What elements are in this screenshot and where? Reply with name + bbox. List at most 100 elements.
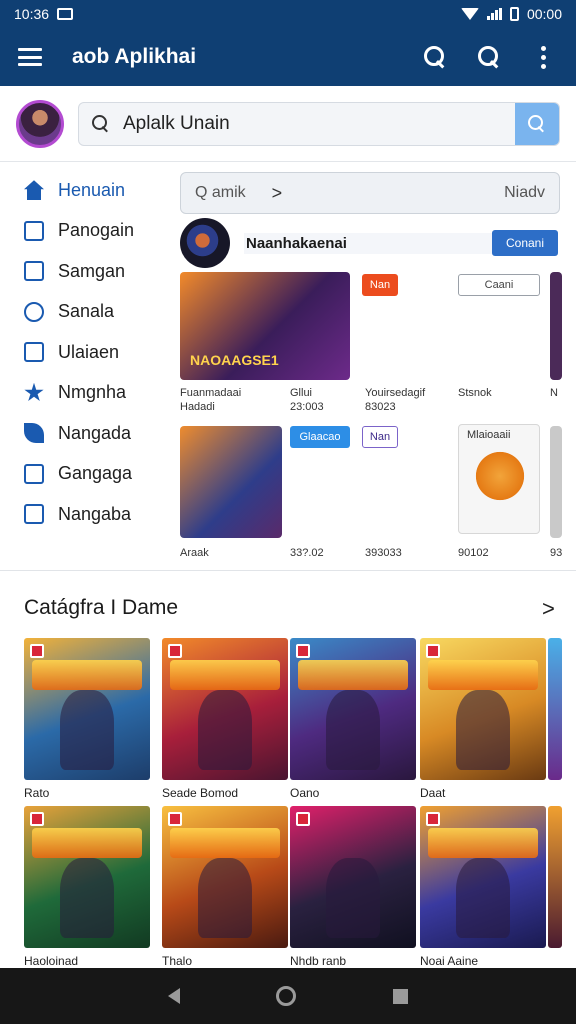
game-name: Rato (24, 786, 50, 800)
system-nav-bar (0, 968, 576, 1024)
featured-thumb-row2-1[interactable] (180, 426, 282, 538)
sidebar-item-label: Nangada (58, 422, 132, 443)
compass-icon (24, 301, 44, 322)
filter-bar[interactable]: Q amik > Niadv (180, 172, 560, 214)
signal-icon (486, 8, 502, 20)
home-icon (24, 180, 44, 201)
featured-thumb-row2-5[interactable] (550, 426, 562, 538)
more-options-icon[interactable] (528, 42, 558, 72)
chip-row1-3[interactable]: Caani (458, 274, 540, 296)
sidebar-item-label: Ulaiaen (58, 341, 120, 362)
featured-thumb-5[interactable] (550, 272, 562, 380)
sidebar-item-label: Samgan (58, 260, 126, 281)
app-bar: aob Aplikhai (0, 28, 576, 86)
search-input[interactable]: Aplalk Unain (123, 113, 515, 135)
game-card[interactable]: Noai Aaine (420, 806, 546, 968)
wifi-icon (460, 8, 479, 20)
thumb-chip-text: Mlaioaaii (467, 429, 511, 441)
chip-row2-2[interactable]: Glaacao (290, 426, 350, 448)
gallery-icon (57, 8, 74, 20)
game-card-partial[interactable] (548, 806, 562, 948)
featured-panel: Q amik > Niadv Naanhakaenai Conani NAOAA… (180, 172, 576, 562)
sidebar-item-2[interactable]: Panogain (0, 211, 170, 252)
edit-icon (24, 220, 44, 241)
status-right-text: 00:00 (526, 6, 562, 22)
game-card-partial[interactable] (548, 638, 562, 780)
featured-label: Stsnok (458, 387, 492, 399)
sidebar-item-7[interactable]: Nangada (0, 413, 170, 454)
sidebar-item-9[interactable]: Nangaba (0, 494, 170, 535)
sidebar-item-4[interactable]: Sanala (0, 292, 170, 333)
featured-label: N (550, 387, 558, 399)
sidebar-item-label: Sanala (58, 301, 115, 322)
sidebar-item-6[interactable]: Nmgnha (0, 373, 170, 414)
featured-label: 93 (550, 547, 563, 559)
sidebar-item-5[interactable]: Ulaiaen (0, 332, 170, 373)
featured-label: Fuanmadaai Hadadi (180, 387, 242, 413)
featured-thumb-row2-4[interactable]: Mlaioaaii (458, 424, 540, 534)
search-submit-button[interactable] (515, 102, 559, 145)
featured-grid: NAOAAGSE1 Nan Caani Fuanmadaai Hadadi Gl… (180, 270, 576, 560)
sidebar-item-label: Gangaga (58, 463, 133, 484)
sidebar-item-3[interactable]: Samgan (0, 251, 170, 292)
sidebar-item-label: Henuain (58, 179, 126, 200)
recents-icon[interactable] (392, 988, 408, 1004)
featured-label: Gllui 23:003 (290, 387, 324, 413)
badge-icon (24, 261, 44, 282)
game-card[interactable]: Haoloinad (24, 806, 150, 968)
featured-label: Araak (180, 547, 209, 559)
game-name: Haoloinad (24, 954, 79, 968)
search-alt-icon[interactable] (474, 42, 504, 72)
status-time: 10:36 (14, 6, 50, 22)
app-title: aob Aplikhai (72, 45, 197, 68)
featured-label: 33?.02 (290, 547, 324, 559)
filter-right: Niadv (504, 184, 545, 201)
splash-art (469, 451, 531, 501)
card-icon (24, 463, 44, 484)
game-name: Thalo (162, 954, 193, 968)
developer-avatar[interactable] (180, 218, 230, 268)
game-name: Daat (420, 786, 446, 800)
featured-label: 90102 (458, 547, 489, 559)
featured-banner[interactable]: NAOAAGSE1 (180, 272, 350, 380)
search-icon[interactable] (420, 42, 450, 72)
game-card[interactable]: Daat (420, 638, 546, 800)
status-bar: 10:36 00:00 (0, 0, 576, 28)
game-card[interactable]: Thalo (162, 806, 288, 968)
leaf-icon (24, 423, 44, 444)
user-avatar[interactable] (16, 99, 64, 148)
back-icon[interactable] (168, 988, 181, 1004)
chip-row1-2[interactable]: Nan (362, 274, 398, 296)
section-title: Catágfra I Dame (24, 596, 179, 619)
game-card[interactable]: Oano (290, 638, 416, 800)
game-card[interactable]: Rato (24, 638, 150, 800)
banner-text: NAOAAGSE1 (190, 352, 279, 368)
search-row: Aplalk Unain (0, 86, 576, 162)
developer-name: Naanhakaenai (244, 232, 492, 254)
chevron-right-icon[interactable]: > (542, 596, 555, 622)
filter-label: Q amik (195, 184, 246, 201)
follow-button[interactable]: Conani (492, 230, 558, 256)
game-card[interactable]: Nhdb ranb (290, 806, 416, 968)
game-name: Seade Bomod (162, 786, 239, 800)
sidebar-item-label: Nangaba (58, 503, 132, 524)
sidebar-item-label: Nmgnha (58, 382, 127, 403)
menu-icon[interactable] (18, 48, 42, 66)
search-box[interactable]: Aplalk Unain (78, 101, 560, 146)
sidebar-item-label: Panogain (58, 220, 135, 241)
featured-label: Youirsedagif 83023 (365, 387, 426, 413)
home-button-icon[interactable] (276, 986, 297, 1006)
sidebar-item-8[interactable]: Gangaga (0, 454, 170, 495)
battery-icon (509, 7, 519, 21)
check-icon (24, 504, 44, 525)
chip-row2-3[interactable]: Nan (362, 426, 398, 448)
search-field-icon (79, 114, 123, 133)
sidebar: Henuain Panogain Samgan Sanala Ulaiaen N… (0, 170, 170, 560)
game-name: Noai Aaine (420, 954, 479, 968)
developer-row: Naanhakaenai Conani (180, 218, 576, 268)
chevron-right-icon: > (271, 182, 283, 203)
game-card[interactable]: Seade Bomod (162, 638, 288, 800)
star-icon (24, 382, 44, 401)
sidebar-item-home[interactable]: Henuain (0, 170, 170, 211)
game-name: Nhdb ranb (290, 954, 347, 968)
